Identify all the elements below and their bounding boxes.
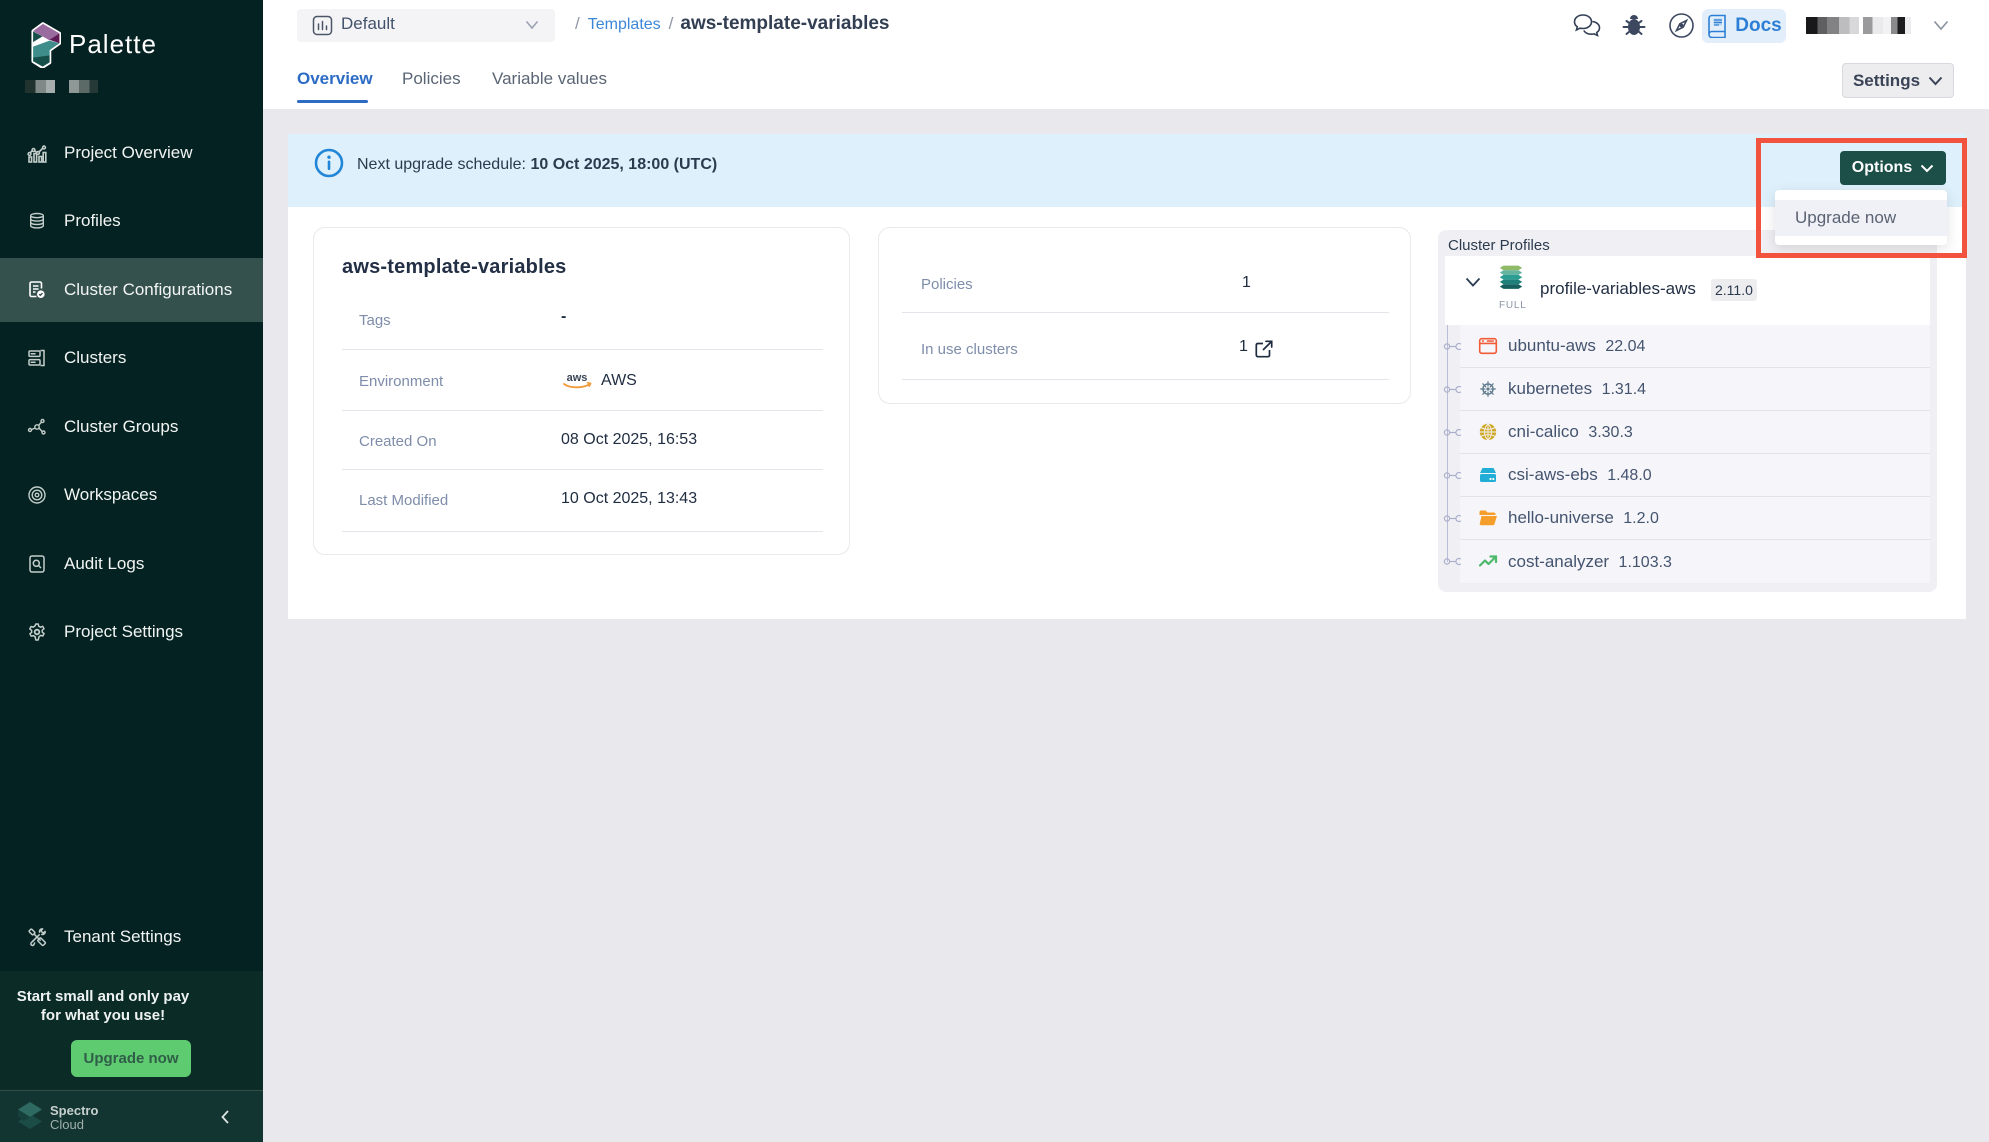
svg-text:aws: aws <box>567 372 588 384</box>
